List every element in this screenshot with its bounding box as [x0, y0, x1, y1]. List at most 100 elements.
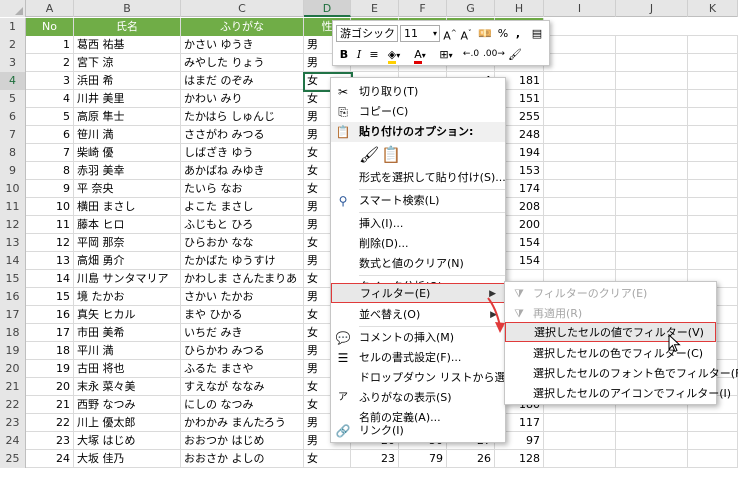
- cell-furigana[interactable]: おおさか よしの: [181, 450, 304, 468]
- cell-furigana[interactable]: ふるた まさや: [181, 360, 304, 378]
- cell-name[interactable]: 市田 美希: [74, 324, 181, 342]
- cell-furigana[interactable]: にしの なつみ: [181, 396, 304, 414]
- cell-furigana[interactable]: たかはら しゅんじ: [181, 108, 304, 126]
- column-header-a[interactable]: A: [26, 0, 74, 17]
- cell-name[interactable]: 真矢 ヒカル: [74, 306, 181, 324]
- cell-name[interactable]: 笹川 満: [74, 126, 181, 144]
- column-header-i[interactable]: I: [544, 0, 616, 17]
- cell-i[interactable]: [544, 252, 616, 270]
- cell-i[interactable]: [544, 90, 616, 108]
- row-number[interactable]: 9: [0, 162, 26, 180]
- cell-no[interactable]: 18: [26, 342, 74, 360]
- cell-name[interactable]: 平 奈央: [74, 180, 181, 198]
- cell-no[interactable]: 3: [26, 72, 74, 90]
- cell-name[interactable]: 平川 満: [74, 342, 181, 360]
- cell-j[interactable]: [616, 144, 688, 162]
- cell-i[interactable]: [544, 180, 616, 198]
- row-number[interactable]: 17: [0, 306, 26, 324]
- row-number[interactable]: 4: [0, 72, 26, 90]
- menu-item-paste-special[interactable]: 形式を選択して貼り付け(S)...: [331, 168, 506, 188]
- cell-no[interactable]: 6: [26, 126, 74, 144]
- cell-no[interactable]: 14: [26, 270, 74, 288]
- menu-item-filter[interactable]: フィルター(E) ▶: [331, 283, 505, 303]
- cell-no[interactable]: 9: [26, 180, 74, 198]
- cell-no[interactable]: 7: [26, 144, 74, 162]
- cell-j[interactable]: [616, 36, 688, 54]
- cell-no[interactable]: 21: [26, 396, 74, 414]
- cell-g[interactable]: 26: [447, 450, 495, 468]
- fill-color-icon[interactable]: ◈▾: [383, 46, 405, 64]
- percent-style-button[interactable]: %: [496, 25, 510, 42]
- row-number[interactable]: 16: [0, 288, 26, 306]
- cell-name[interactable]: 高畑 勇介: [74, 252, 181, 270]
- header-cell-name[interactable]: 氏名: [74, 18, 181, 36]
- cell-k[interactable]: [688, 90, 738, 108]
- cell-no[interactable]: 17: [26, 324, 74, 342]
- cell-j[interactable]: [616, 54, 688, 72]
- cell-no[interactable]: 16: [26, 306, 74, 324]
- cell-j[interactable]: [616, 450, 688, 468]
- cell-gender[interactable]: 女: [304, 450, 351, 468]
- cell-furigana[interactable]: かわい みり: [181, 90, 304, 108]
- row-number[interactable]: 25: [0, 450, 26, 468]
- increase-decimal-icon[interactable]: ←.0: [461, 46, 481, 63]
- cell-no[interactable]: 8: [26, 162, 74, 180]
- cell-i[interactable]: [544, 216, 616, 234]
- cell-no[interactable]: 1: [26, 36, 74, 54]
- cell-no[interactable]: 23: [26, 432, 74, 450]
- column-header-d[interactable]: D: [304, 0, 351, 17]
- cell-furigana[interactable]: かさい ゆうき: [181, 36, 304, 54]
- cell-name[interactable]: 川島 サンタマリア: [74, 270, 181, 288]
- cell-furigana[interactable]: かわかみ まんたろう: [181, 414, 304, 432]
- cell-j[interactable]: [616, 432, 688, 450]
- cell-k[interactable]: [688, 126, 738, 144]
- row-number[interactable]: 7: [0, 126, 26, 144]
- cell-j[interactable]: [616, 90, 688, 108]
- cell-k[interactable]: [688, 234, 738, 252]
- cell-name[interactable]: 境 たかお: [74, 288, 181, 306]
- cell-no[interactable]: 13: [26, 252, 74, 270]
- cell-name[interactable]: 高原 隼士: [74, 108, 181, 126]
- cell-k[interactable]: [688, 162, 738, 180]
- font-color-icon[interactable]: A▾: [409, 46, 431, 64]
- select-all-corner[interactable]: [0, 0, 26, 17]
- cell-furigana[interactable]: おおつか はじめ: [181, 432, 304, 450]
- bold-button[interactable]: B: [337, 46, 351, 63]
- font-size-box[interactable]: 11 ▾: [400, 25, 440, 42]
- cell-j[interactable]: [616, 126, 688, 144]
- submenu-item-filter-by-color[interactable]: 選択したセルの色でフィルター(C): [505, 344, 716, 364]
- submenu-item-reapply[interactable]: ⧩ 再適用(R): [505, 304, 716, 324]
- cell-i[interactable]: [544, 432, 616, 450]
- cell-name[interactable]: 平岡 那奈: [74, 234, 181, 252]
- row-number[interactable]: 22: [0, 396, 26, 414]
- menu-item-link[interactable]: 🔗 リンク(I): [331, 421, 505, 441]
- cell-j[interactable]: [616, 414, 688, 432]
- menu-item-insert[interactable]: 挿入(I)...: [331, 214, 505, 234]
- cell-k[interactable]: [688, 144, 738, 162]
- row-number[interactable]: 19: [0, 342, 26, 360]
- font-name-box[interactable]: 游ゴシック: [336, 25, 398, 42]
- cell-j[interactable]: [616, 234, 688, 252]
- row-number[interactable]: 20: [0, 360, 26, 378]
- cell-i[interactable]: [544, 198, 616, 216]
- column-header-e[interactable]: E: [351, 0, 399, 17]
- italic-button[interactable]: I: [353, 46, 365, 63]
- cell-name[interactable]: 大坂 佳乃: [74, 450, 181, 468]
- cell-k[interactable]: [688, 72, 738, 90]
- row-number[interactable]: 10: [0, 180, 26, 198]
- column-header-k[interactable]: K: [688, 0, 738, 17]
- cell-k[interactable]: [688, 36, 738, 54]
- column-header-b[interactable]: B: [74, 0, 181, 17]
- cell-name[interactable]: 藤本 ヒロ: [74, 216, 181, 234]
- row-number[interactable]: 23: [0, 414, 26, 432]
- row-number[interactable]: 8: [0, 144, 26, 162]
- comma-style-button[interactable]: ,: [512, 25, 524, 42]
- cell-i[interactable]: [544, 144, 616, 162]
- cell-k[interactable]: [688, 108, 738, 126]
- row-number[interactable]: 18: [0, 324, 26, 342]
- submenu-item-filter-by-value[interactable]: 選択したセルの値でフィルター(V): [505, 322, 716, 342]
- menu-item-cut[interactable]: ✂ 切り取り(T): [331, 82, 505, 102]
- menu-item-copy[interactable]: ⎘ コピー(C): [331, 102, 505, 122]
- cell-k[interactable]: [688, 414, 738, 432]
- header-cell-furigana[interactable]: ふりがな: [181, 18, 304, 36]
